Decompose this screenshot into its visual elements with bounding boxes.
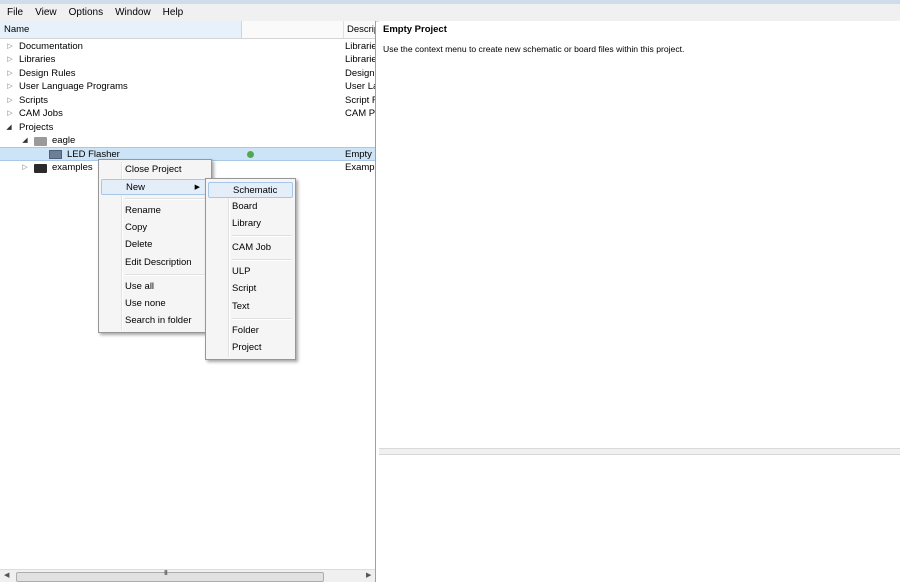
scrollbar-thumb[interactable] [16, 572, 324, 582]
menu-separator [232, 318, 292, 320]
menu-separator [125, 198, 207, 200]
tree-item-description: User La [345, 81, 375, 92]
tree-item-eagle[interactable]: ◢ eagle [0, 134, 375, 148]
menu-item-use-all[interactable]: Use all [101, 279, 209, 295]
expand-arrow-icon[interactable]: ▷ [6, 53, 14, 67]
tree-item-libraries[interactable]: ▷ Libraries Librarie [0, 53, 375, 67]
tree-item-label: User Language Programs [19, 81, 128, 92]
scroll-right-icon[interactable]: ▶ [366, 571, 371, 579]
tree-item-label: CAM Jobs [19, 108, 63, 119]
menu-window[interactable]: Window [109, 4, 157, 21]
detail-pane: Empty Project Use the context menu to cr… [379, 21, 900, 582]
folder-icon [34, 163, 47, 173]
tree-item-label: examples [52, 162, 93, 173]
tree-item-label: Documentation [19, 41, 83, 52]
menu-separator [125, 274, 207, 276]
tree-item-label: eagle [52, 135, 76, 146]
submenu-arrow-icon: ▶ [194, 184, 200, 191]
menu-item-board[interactable]: Board [208, 199, 293, 215]
context-menu: Close Project New ▶ Rename Copy Delete Ed… [98, 159, 212, 333]
tree-item-description: CAM P [345, 108, 375, 119]
menu-item-ulp[interactable]: ULP [208, 264, 293, 280]
menu-item-delete[interactable]: Delete [101, 237, 209, 253]
menu-item-search-in-folder[interactable]: Search in folder [101, 313, 209, 329]
menu-item-schematic[interactable]: Schematic [208, 182, 293, 198]
collapse-arrow-icon[interactable]: ◢ [21, 134, 29, 148]
menu-item-project[interactable]: Project [208, 340, 293, 356]
expand-arrow-icon[interactable]: ▷ [6, 67, 14, 81]
menu-item-rename[interactable]: Rename [101, 203, 209, 219]
menu-separator [232, 235, 292, 237]
menu-item-library[interactable]: Library [208, 216, 293, 232]
collapse-arrow-icon[interactable]: ◢ [5, 121, 13, 135]
menu-bar: File View Options Window Help [0, 4, 900, 22]
menu-item-text[interactable]: Text [208, 299, 293, 315]
project-icon [49, 150, 62, 159]
menu-item-copy[interactable]: Copy [101, 220, 209, 236]
expand-arrow-icon[interactable]: ▷ [6, 40, 14, 54]
tree-item-label: Libraries [19, 54, 56, 65]
tree-item-description: Design [345, 67, 375, 79]
expand-arrow-icon[interactable]: ▷ [6, 94, 14, 108]
menu-item-close-project[interactable]: Close Project [101, 162, 209, 178]
new-submenu: Schematic Board Library CAM Job ULP Scri… [205, 178, 296, 360]
tree-item-description: Librarie [345, 41, 375, 52]
menu-item-new[interactable]: New ▶ [101, 179, 209, 195]
status-dot-icon [247, 150, 254, 158]
menu-item-cam-job[interactable]: CAM Job [208, 240, 293, 256]
menu-item-script[interactable]: Script [208, 281, 293, 297]
tree-item-label: Projects [19, 121, 54, 133]
sort-ascending-icon: ^ [118, 21, 122, 25]
menu-options[interactable]: Options [63, 4, 109, 21]
tree-header: Name ^ Descrip [0, 21, 375, 39]
detail-title: Empty Project [383, 24, 447, 35]
tree-item-description: Empty [345, 149, 372, 160]
expand-arrow-icon[interactable]: ▷ [21, 161, 29, 175]
menu-item-folder[interactable]: Folder [208, 323, 293, 339]
tree-item-label: Scripts [19, 94, 49, 106]
menu-help[interactable]: Help [157, 4, 190, 21]
tree-item-scripts[interactable]: ▷ Scripts Script F [0, 94, 375, 108]
tree-item-documentation[interactable]: ▷ Documentation Librarie [0, 40, 375, 54]
tree-item-cam-jobs[interactable]: ▷ CAM Jobs CAM P [0, 107, 375, 121]
expand-arrow-icon[interactable]: ▷ [6, 107, 14, 121]
tree-item-design-rules[interactable]: ▷ Design Rules Design [0, 67, 375, 81]
menu-view[interactable]: View [29, 4, 63, 21]
tree-item-description: Exampl [345, 162, 375, 173]
expand-arrow-icon[interactable]: ▷ [6, 80, 14, 94]
tree-item-label: Design Rules [19, 67, 76, 79]
column-header-description[interactable]: Descrip [343, 21, 375, 38]
menu-item-edit-description[interactable]: Edit Description [101, 255, 209, 271]
tree-item-description: Librarie [345, 54, 375, 65]
tree-item-description: Script F [345, 94, 375, 106]
scroll-left-icon[interactable]: ◀ [4, 571, 9, 579]
pane-splitter[interactable] [379, 448, 900, 455]
folder-icon [34, 136, 47, 146]
tree-item-projects[interactable]: ◢ Projects [0, 121, 375, 135]
menu-separator [232, 259, 292, 261]
detail-text: Use the context menu to create new schem… [383, 44, 685, 54]
horizontal-scrollbar[interactable]: ◀ III ▶ [0, 569, 375, 582]
tree-item-user-language-programs[interactable]: ▷ User Language Programs User La [0, 80, 375, 94]
menu-item-use-none[interactable]: Use none [101, 296, 209, 312]
menu-file[interactable]: File [0, 4, 29, 21]
scrollbar-grip: III [164, 570, 168, 577]
